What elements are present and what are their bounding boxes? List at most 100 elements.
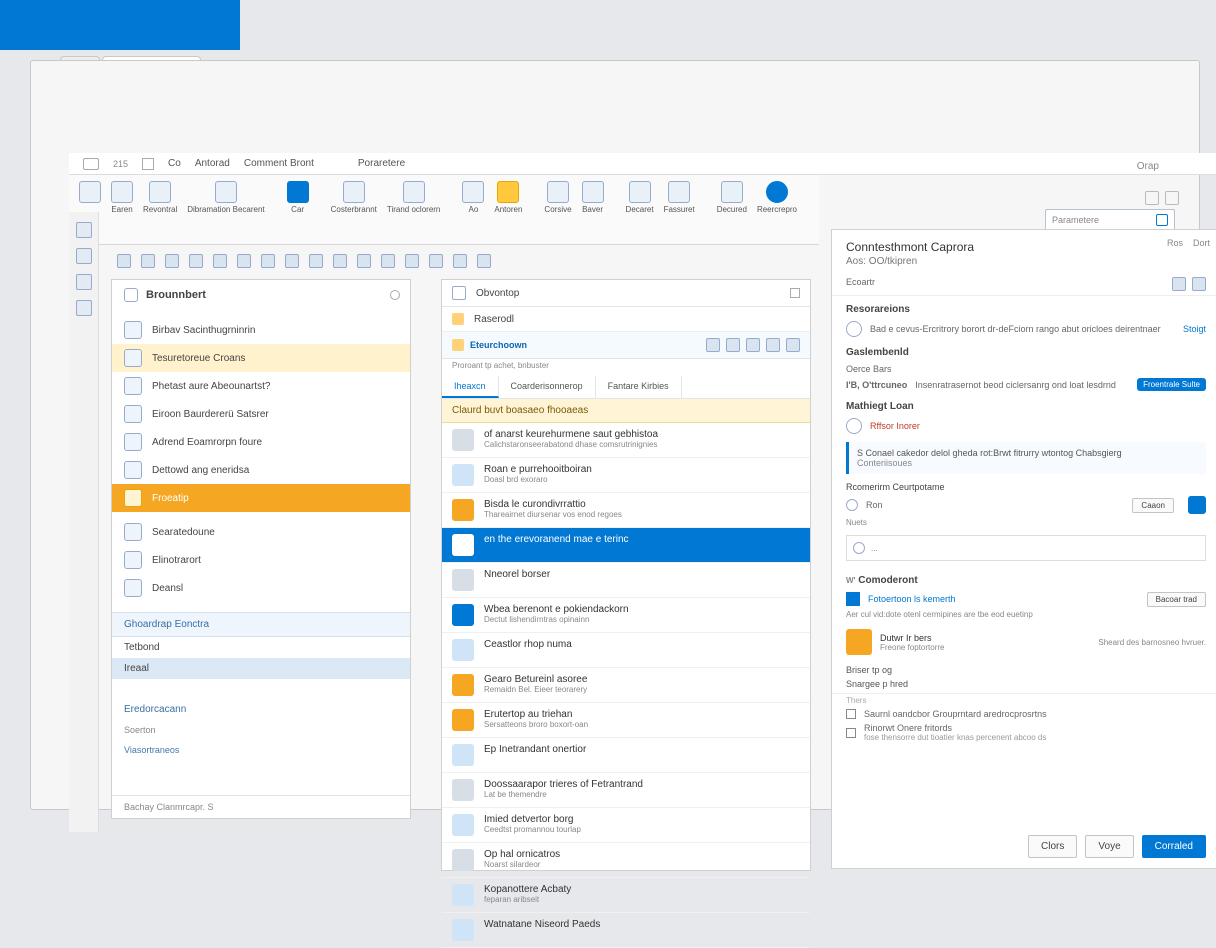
- more-icon[interactable]: [786, 338, 800, 352]
- tool-icon[interactable]: [357, 254, 371, 268]
- list-item[interactable]: Doossaarapor trieres of FetrantrandLat b…: [442, 773, 810, 808]
- sidebar-item[interactable]: Eiroon Baurdererü Satsrer: [112, 400, 410, 428]
- link[interactable]: Stoigt: [1183, 324, 1206, 334]
- list-item[interactable]: Op hal ornicatrosNoarst silardeor: [442, 843, 810, 878]
- sidebar-item[interactable]: Adrend Eoamrorpn foure: [112, 428, 410, 456]
- tool-icon[interactable]: [429, 254, 443, 268]
- secondary-button[interactable]: Voye: [1085, 835, 1133, 858]
- sidebar-section[interactable]: Eredorcacann: [112, 699, 410, 720]
- ribbon-btn[interactable]: Revontral: [143, 181, 177, 214]
- sidebar-item[interactable]: Elinotrarort: [112, 546, 410, 574]
- sidebar-section[interactable]: Ghoardrap Eonctra: [112, 612, 410, 637]
- tool-icon[interactable]: [453, 254, 467, 268]
- tool-icon[interactable]: [261, 254, 275, 268]
- menu-item[interactable]: Antorad: [195, 158, 230, 169]
- ribbon-btn[interactable]: Dibramation Becarent: [187, 181, 264, 214]
- tool-icon[interactable]: [309, 254, 323, 268]
- tool-icon[interactable]: [213, 254, 227, 268]
- menu-item[interactable]: Comment Bront: [244, 158, 314, 169]
- tool-icon[interactable]: [189, 254, 203, 268]
- sidebar-item-selected[interactable]: Tesuretoreue Croans: [112, 344, 410, 372]
- list-item[interactable]: Ceastlor rhop numa: [442, 633, 810, 668]
- strip-icon[interactable]: [76, 222, 92, 238]
- menu-item[interactable]: Co: [168, 158, 181, 169]
- sidebar-item[interactable]: Deansl: [112, 574, 410, 602]
- collapse-icon[interactable]: [390, 290, 400, 300]
- ribbon-btn[interactable]: Ao: [462, 181, 484, 214]
- small-button[interactable]: Caaon: [1132, 498, 1174, 513]
- sidebar-item-highlighted[interactable]: Froeatip: [112, 484, 410, 512]
- list-item[interactable]: Gearo Betureinl asoreeRemaidn Bel. Eieer…: [442, 668, 810, 703]
- search-input[interactable]: Parametere: [1045, 209, 1175, 231]
- ribbon-btn[interactable]: Costerbrannt: [331, 181, 377, 214]
- sidebar-item[interactable]: Tetbond: [112, 637, 410, 658]
- list-item[interactable]: Erutertop au triehanSersatteons broro bo…: [442, 703, 810, 738]
- ribbon-btn[interactable]: Baver: [582, 181, 604, 214]
- link-line[interactable]: Fotoertoon ls kemerth Bacoar trad: [832, 590, 1216, 608]
- sidebar-item[interactable]: Dettowd ang eneridsa: [112, 456, 410, 484]
- list-item[interactable]: Ep Inetrandant onertior: [442, 738, 810, 773]
- sync-icon[interactable]: [706, 338, 720, 352]
- filter-icon[interactable]: [790, 288, 800, 298]
- list-item[interactable]: of anarst keurehurmene saut gebhistoaCal…: [442, 423, 810, 458]
- ribbon-btn[interactable]: Fassuret: [664, 181, 695, 214]
- box-button[interactable]: Bacoar trad: [1147, 592, 1206, 607]
- tool-icon[interactable]: [117, 254, 131, 268]
- grid-icon[interactable]: [142, 158, 154, 170]
- sidebar-item[interactable]: Viasortraneos: [112, 740, 410, 760]
- primary-button[interactable]: Corraled: [1142, 835, 1206, 858]
- ribbon-btn[interactable]: Tirand oclorern: [387, 181, 441, 214]
- checkbox-row[interactable]: Rinorwt Onere fritords fose thensorre du…: [832, 721, 1216, 744]
- sidebar-item[interactable]: Ireaal: [112, 658, 410, 679]
- refresh-icon[interactable]: [726, 338, 740, 352]
- tab[interactable]: Iheaxcn: [442, 376, 499, 398]
- ribbon-btn[interactable]: Antoren: [494, 181, 522, 214]
- tool-icon[interactable]: [141, 254, 155, 268]
- list-item[interactable]: Bisda le curondivrrattioThareairnet diur…: [442, 493, 810, 528]
- tool-icon[interactable]: [285, 254, 299, 268]
- list-icon[interactable]: [1165, 191, 1179, 205]
- sidebar-item[interactable]: Phetast aure Abeounartst?: [112, 372, 410, 400]
- ribbon-btn-primary[interactable]: Car: [287, 181, 309, 214]
- list-item-selected[interactable]: en the erevoranend mae e terinc: [442, 528, 810, 563]
- ribbon-btn[interactable]: Decured: [717, 181, 747, 214]
- menu-item[interactable]: Poraretere: [358, 158, 405, 169]
- ribbon-btn[interactable]: Decaret: [626, 181, 654, 214]
- sidebar-item[interactable]: Birbav Sacinthugrninrin: [112, 316, 410, 344]
- list-item[interactable]: Imied detvertor borgCeedtst promannou to…: [442, 808, 810, 843]
- panel-link[interactable]: Ros: [1167, 238, 1183, 248]
- breadcrumb[interactable]: Eteurchoown: [442, 332, 810, 359]
- menu-icon[interactable]: [83, 158, 99, 170]
- ribbon-btn[interactable]: [79, 181, 101, 214]
- tab[interactable]: Coarderisonnerop: [499, 376, 596, 398]
- view-icon[interactable]: [746, 338, 760, 352]
- edit-icon[interactable]: [1172, 277, 1186, 291]
- tool-icon[interactable]: [477, 254, 491, 268]
- strip-icon[interactable]: [76, 248, 92, 264]
- ribbon-btn[interactable]: Earen: [111, 181, 133, 214]
- input-box[interactable]: ...: [846, 535, 1206, 561]
- list-item[interactable]: Roan e purrehooitboiranDoasl brd exoraro: [442, 458, 810, 493]
- list-item[interactable]: Wbea berenont e pokiendackornDectut lish…: [442, 598, 810, 633]
- chip[interactable]: Froentrale Sulte: [1137, 378, 1206, 391]
- strip-icon[interactable]: [76, 300, 92, 316]
- tool-icon[interactable]: [405, 254, 419, 268]
- strip-icon[interactable]: [76, 274, 92, 290]
- tab[interactable]: Fantare Kirbies: [596, 376, 682, 398]
- tool-icon[interactable]: [333, 254, 347, 268]
- tool-icon[interactable]: [237, 254, 251, 268]
- ribbon-btn[interactable]: Reercrepro: [757, 181, 797, 214]
- checkbox-row[interactable]: Saurnl oandcbor Grouprntard aredrocprosr…: [832, 707, 1216, 721]
- tool-icon[interactable]: [381, 254, 395, 268]
- tool-icon[interactable]: [165, 254, 179, 268]
- sort-icon[interactable]: [766, 338, 780, 352]
- list-item[interactable]: Nneorel borser: [442, 563, 810, 598]
- sidebar-item[interactable]: Soerton: [112, 720, 410, 740]
- list-item[interactable]: Watnatane Niseord Paeds: [442, 913, 810, 948]
- more-icon[interactable]: [1192, 277, 1206, 291]
- action-icon[interactable]: [1188, 496, 1206, 514]
- chevron-icon[interactable]: [452, 286, 466, 300]
- sidebar-item[interactable]: Searatedoune: [112, 518, 410, 546]
- panel-link[interactable]: Dort: [1193, 238, 1210, 248]
- close-button[interactable]: Clors: [1028, 835, 1077, 858]
